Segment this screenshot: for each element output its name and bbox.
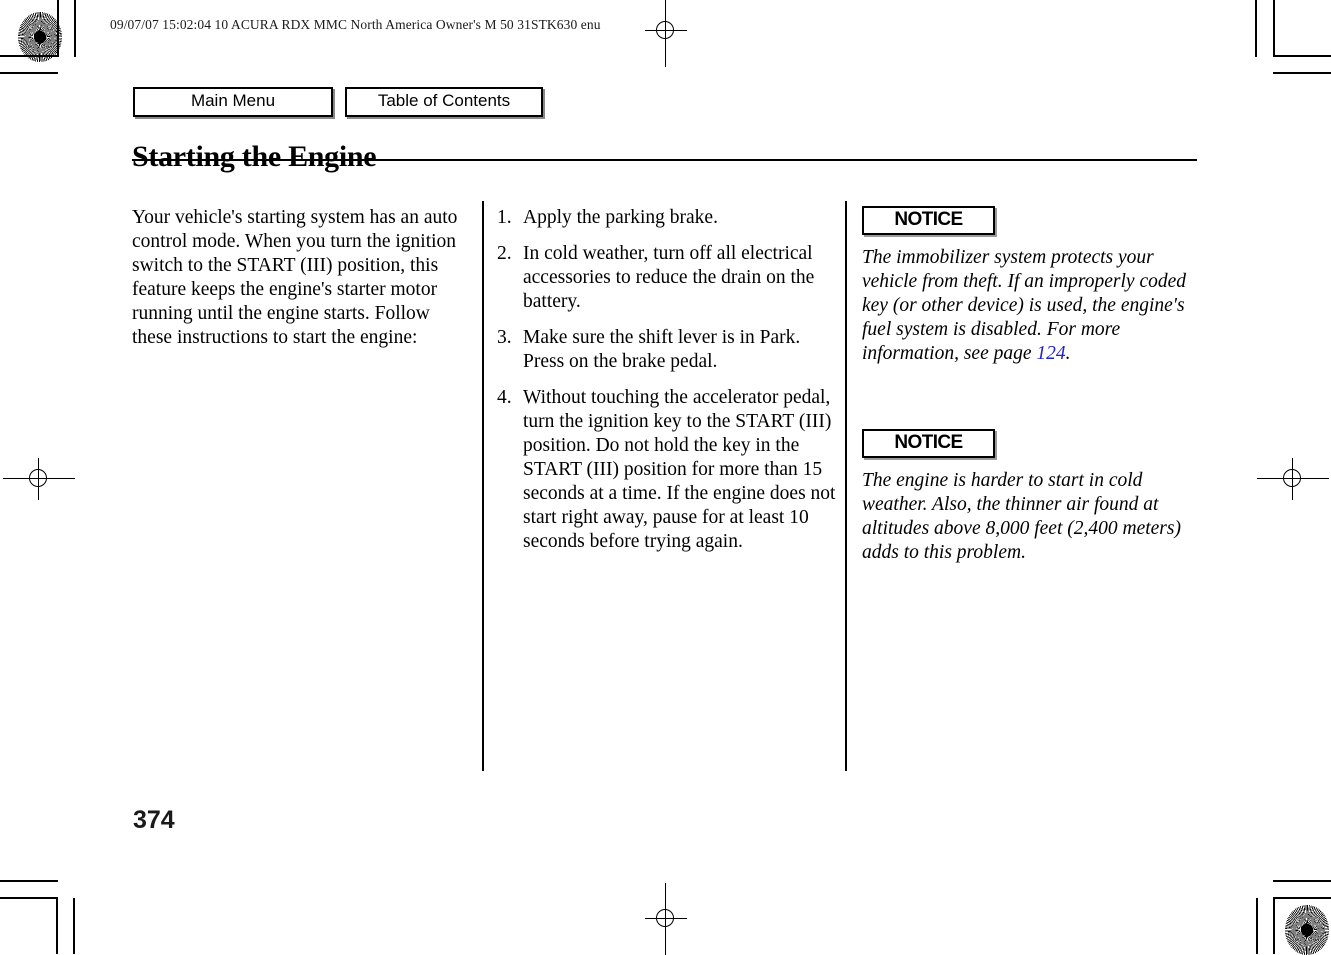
- content-column-right: NOTICE The immobilizer system protects yo…: [862, 206, 1198, 565]
- notice-block: NOTICE The engine is harder to start in c…: [862, 428, 1198, 565]
- notice-text-tail: .: [1065, 342, 1071, 364]
- notice-text: The immobilizer system protects your veh…: [862, 246, 1198, 366]
- notice-block: NOTICE The immobilizer system protects yo…: [862, 206, 1198, 366]
- notice-badge: NOTICE: [862, 428, 995, 458]
- column-divider-left: [482, 201, 485, 771]
- step-text: Apply the parking brake.: [523, 207, 718, 228]
- registration-mark-top: [645, 0, 687, 67]
- crop-mark-bl-horizontal-inner: [0, 897, 58, 899]
- registration-vline-top: [665, 0, 667, 67]
- intro-paragraph: Your vehicle's starting system has an au…: [132, 207, 458, 348]
- step-number: 2.: [497, 242, 512, 264]
- crop-mark-tr-horizontal-outer: [1273, 72, 1331, 75]
- crop-mark-br-horizontal-outer: [1273, 880, 1331, 883]
- print-job-slug: 09/07/07 15:02:04 10 ACURA RDX MMC North…: [110, 17, 601, 32]
- step-number: 4.: [497, 386, 512, 408]
- title-divider-rule: [132, 159, 1197, 162]
- starting-step-item: 1. Apply the parking brake.: [497, 206, 837, 230]
- notice-text-body: The immobilizer system protects your veh…: [862, 246, 1187, 364]
- content-column-middle: 1. Apply the parking brake. 2. In cold weat…: [497, 206, 837, 554]
- crop-mark-tr-vertical-inner: [1273, 0, 1275, 57]
- page-number: 374: [133, 806, 175, 834]
- step-number: 3.: [497, 326, 512, 348]
- step-number: 1.: [497, 207, 512, 228]
- registration-mark-bottom: [645, 883, 687, 955]
- crop-mark-bl-horizontal-outer: [0, 880, 58, 883]
- starting-step-item: 2. In cold weather, turn off all electric…: [497, 242, 837, 314]
- crop-mark-tl-horizontal-outer: [0, 72, 58, 75]
- registration-hline-right: [1257, 478, 1329, 480]
- crop-mark-tr-horizontal-inner: [1273, 55, 1331, 57]
- step-text: Make sure the shift lever is in Park. Pr…: [523, 326, 801, 372]
- registration-mark-left: [3, 458, 75, 500]
- step-text: Without touching the accelerator pedal, …: [523, 386, 836, 552]
- column-divider-right: [845, 201, 848, 771]
- page-title: Starting the Engine: [132, 140, 377, 174]
- starting-step-item: 4. Without touching the accelerator pedal…: [497, 386, 837, 554]
- registration-hline-top: [645, 30, 687, 32]
- starting-steps-list: 1. Apply the parking brake. 2. In cold weat…: [497, 206, 837, 554]
- step-text: In cold weather, turn off all electrical…: [523, 242, 815, 312]
- crop-mark-br-horizontal-inner: [1273, 897, 1331, 899]
- crop-mark-bl-vertical-inner: [56, 897, 58, 954]
- crop-mark-tr-vertical-outer: [1255, 0, 1257, 57]
- registration-mark-right: [1257, 458, 1329, 500]
- notice-text: The engine is harder to start in cold we…: [862, 469, 1198, 565]
- crop-mark-br-vertical-inner: [1273, 897, 1275, 954]
- content-column-left: Your vehicle's starting system has an au…: [132, 206, 470, 350]
- registration-hline-left: [3, 478, 75, 480]
- crop-mark-tl-vertical-outer: [74, 0, 76, 57]
- page-reference-link[interactable]: 124: [1036, 343, 1065, 364]
- crop-mark-tl-horizontal-inner: [0, 55, 58, 57]
- notice-badge: NOTICE: [862, 206, 995, 235]
- registration-hline-bottom: [645, 918, 687, 920]
- table-of-contents-button[interactable]: Table of Contents: [345, 87, 543, 117]
- registration-starburst-bottom-right: [1285, 905, 1329, 955]
- main-menu-button[interactable]: Main Menu: [133, 87, 333, 117]
- navigation-bar: Main Menu Table of Contents: [133, 87, 543, 117]
- crop-mark-bl-vertical-outer: [73, 898, 75, 954]
- crop-mark-tl-vertical-inner: [57, 0, 59, 57]
- notices-container: NOTICE The immobilizer system protects yo…: [862, 206, 1198, 565]
- notice-text-body: The engine is harder to start in cold we…: [862, 469, 1181, 563]
- crop-mark-br-vertical-outer: [1256, 898, 1258, 954]
- starting-step-item: 3. Make sure the shift lever is in Park. …: [497, 326, 837, 374]
